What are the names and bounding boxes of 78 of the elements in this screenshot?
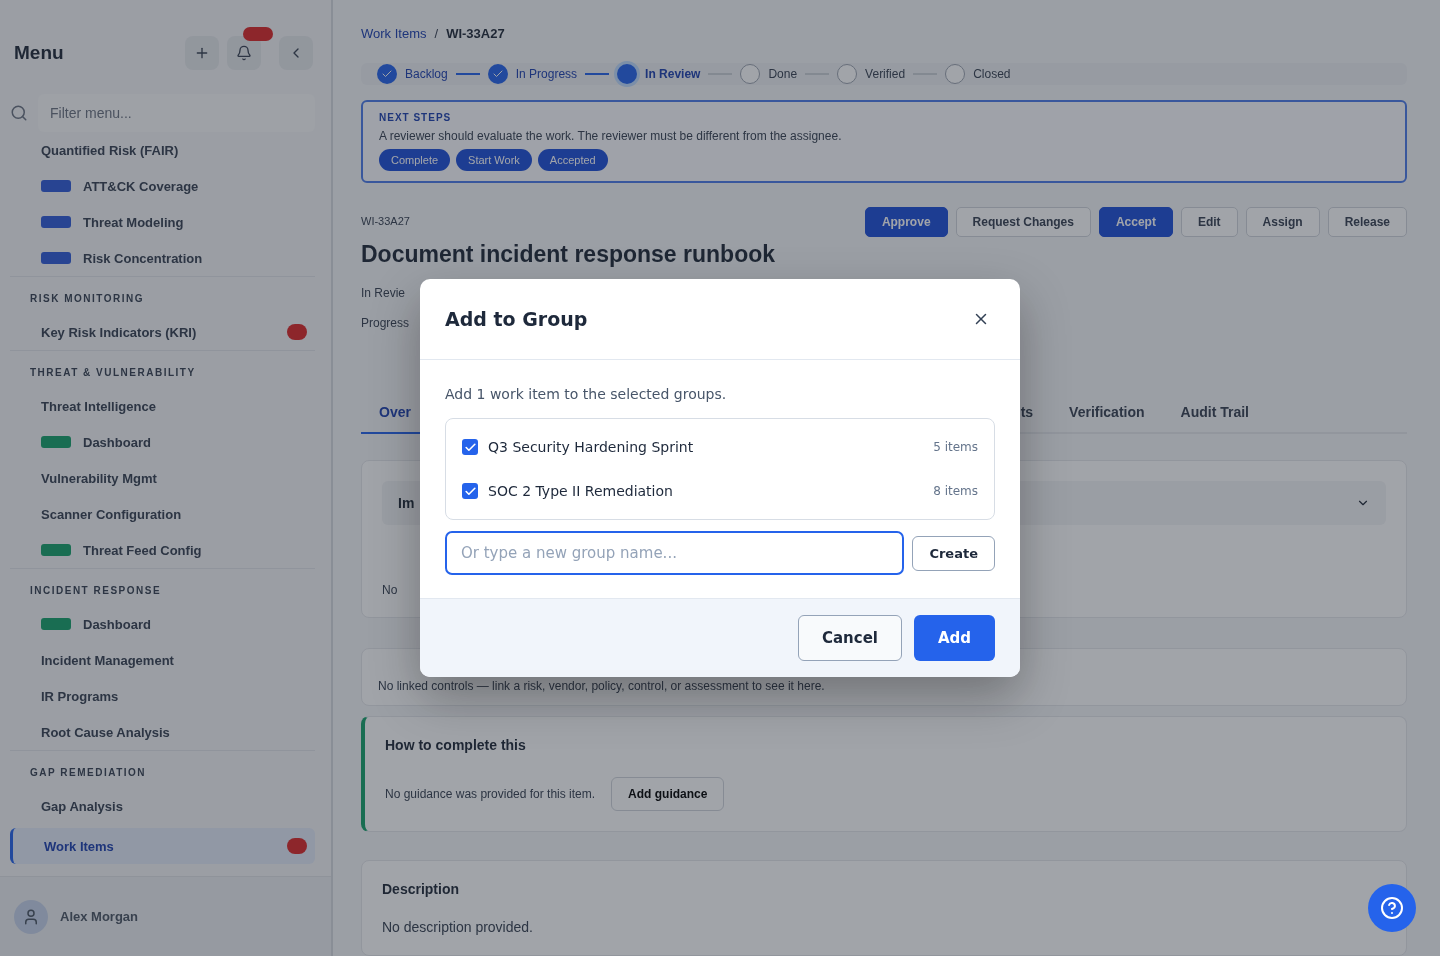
- action-button[interactable]: Assign: [1245, 207, 1320, 237]
- empty-note: No: [382, 583, 399, 597]
- search-icon: [10, 104, 28, 122]
- cancel-button[interactable]: Cancel: [798, 615, 902, 661]
- step-label: Done: [768, 67, 798, 81]
- tab[interactable]: ts: [1002, 404, 1052, 434]
- notifications-button[interactable]: [227, 36, 261, 70]
- section-heading: GAP REMEDIATION: [10, 750, 315, 788]
- sidebar-item[interactable]: Key Risk Indicators (KRI): [10, 314, 315, 350]
- action-button[interactable]: Request Changes: [955, 207, 1091, 237]
- step-label: In Review: [645, 67, 701, 81]
- item-title: Document incident response runbook: [361, 241, 777, 268]
- checkbox[interactable]: [462, 439, 478, 455]
- sidebar-item[interactable]: Scanner Configuration: [10, 496, 315, 532]
- new-group-field[interactable]: Or type a new group name...: [445, 531, 905, 575]
- sidebar-item[interactable]: Threat Modeling: [10, 204, 315, 240]
- bell-icon: [236, 45, 252, 61]
- sidebar-item[interactable]: Risk Concentration: [10, 240, 315, 276]
- section-heading: INCIDENT RESPONSE: [10, 568, 315, 606]
- sidebar-item[interactable]: Root Cause Analysis: [10, 714, 315, 750]
- sidebar-item[interactable]: Work Items: [10, 828, 315, 864]
- check-icon: [463, 484, 477, 498]
- user-name: Alex Morgan: [60, 909, 138, 924]
- description-text: No description provided.: [382, 919, 534, 935]
- dialog-intro: Add 1 work item to the selected groups.: [445, 386, 728, 402]
- step-label: Closed: [973, 67, 1011, 81]
- person-icon: [22, 907, 40, 926]
- group-name: SOC 2 Type II Remediation: [488, 483, 674, 499]
- group-name: Q3 Security Hardening Sprint: [488, 439, 695, 455]
- progress-label: Progress: [361, 316, 410, 330]
- links-note: No linked controls — link a risk, vendor, policy, control, or assessment to see it here.: [378, 679, 826, 693]
- sidebar-item[interactable]: Threat Intelligence: [10, 388, 315, 424]
- create-button[interactable]: Create: [912, 535, 995, 571]
- transition-chip[interactable]: Complete: [379, 149, 451, 171]
- sidebar-item[interactable]: ATT&CK Coverage: [10, 168, 315, 204]
- tab[interactable]: Verification: [1051, 404, 1163, 434]
- guidance-text: No guidance was provided for this item.: [385, 787, 596, 801]
- action-button[interactable]: Accept: [1098, 207, 1173, 237]
- sidebar-item[interactable]: Dashboard: [10, 424, 315, 460]
- breadcrumb-separator: /: [434, 26, 439, 41]
- section-heading: RISK MONITORING: [10, 276, 315, 314]
- item-count: 5 items: [933, 440, 978, 454]
- breadcrumb-link[interactable]: Work Items: [361, 26, 427, 41]
- step-label: Backlog: [405, 67, 448, 81]
- item-id: WI-33A27: [361, 215, 411, 227]
- dialog-title: Add to Group: [445, 308, 588, 330]
- sidebar-item[interactable]: Threat Feed Config: [10, 532, 315, 568]
- notification-badge: [243, 27, 273, 41]
- transition-chip[interactable]: Start Work: [456, 149, 532, 171]
- checkbox[interactable]: [462, 483, 478, 499]
- step-label: In Progress: [515, 67, 578, 81]
- sidebar-item[interactable]: Vulnerability Mgmt: [10, 460, 315, 496]
- sidebar-item[interactable]: Incident Management: [10, 642, 315, 678]
- sidebar-item[interactable]: Quantified Risk (FAIR): [10, 132, 315, 168]
- transition-chip[interactable]: Accepted: [537, 149, 608, 171]
- tab[interactable]: Audit Trail: [1162, 404, 1267, 434]
- guidance-heading: How to complete this: [385, 737, 527, 753]
- action-button[interactable]: Approve: [864, 207, 948, 237]
- action-button[interactable]: Edit: [1180, 207, 1238, 237]
- description-heading: Description: [382, 881, 460, 897]
- action-button[interactable]: Release: [1327, 207, 1407, 237]
- next-steps-heading: NEXT STEPS: [379, 112, 453, 123]
- add-button[interactable]: Add: [914, 615, 995, 661]
- menu-title: Menu: [14, 42, 65, 64]
- check-icon: [463, 440, 477, 454]
- status-text: In Revie: [361, 286, 406, 300]
- sidebar-item[interactable]: Gap Analysis: [10, 788, 315, 824]
- item-count: 8 items: [933, 484, 978, 498]
- sidebar-item[interactable]: Dashboard: [10, 606, 315, 642]
- next-steps-text: A reviewer should evaluate the work. The reviewer must be different from the assignee.: [379, 129, 843, 143]
- breadcrumb-current: WI-33A27: [446, 26, 505, 41]
- sidebar-item[interactable]: IR Programs: [10, 678, 315, 714]
- add-button[interactable]: [185, 36, 219, 70]
- help-icon: [1380, 896, 1404, 920]
- section-heading: THREAT & VULNERABILITY: [10, 350, 315, 388]
- plus-icon: [194, 45, 210, 61]
- add-guidance-button[interactable]: Add guidance: [611, 777, 725, 811]
- step-label: Verified: [865, 67, 906, 81]
